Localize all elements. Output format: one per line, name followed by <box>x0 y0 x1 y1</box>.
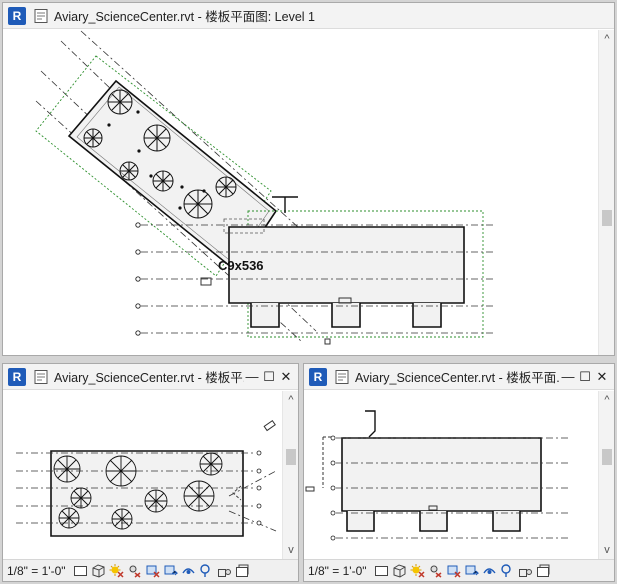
main-view-window: R Aviary_ScienceCenter.rvt - 楼板平面图: Leve… <box>2 2 615 356</box>
right-view-window: R Aviary_ScienceCenter.rvt - 楼板平面... — ☐… <box>303 363 615 582</box>
main-view-title: Aviary_ScienceCenter.rvt - 楼板平面图: Level … <box>54 10 315 24</box>
close-button[interactable]: ✕ <box>278 369 294 385</box>
scroll-thumb[interactable] <box>602 210 612 226</box>
main-view-titlebar[interactable]: R Aviary_ScienceCenter.rvt - 楼板平面图: Leve… <box>3 3 614 29</box>
right-vertical-scrollbar[interactable]: ^ v <box>598 391 614 559</box>
maximize-button[interactable]: ☐ <box>261 369 277 385</box>
shadows-icon[interactable] <box>428 563 443 578</box>
left-view-titlebar[interactable]: R Aviary_ScienceCenter.rvt - 楼板平... — ☐ … <box>3 364 298 390</box>
left-drawing-canvas[interactable] <box>3 391 282 561</box>
show-crop-icon[interactable] <box>464 563 479 578</box>
highlight-displacement-icon[interactable] <box>536 563 551 578</box>
shadows-icon[interactable] <box>127 563 142 578</box>
dimension-tag-label[interactable]: C9x536 <box>218 258 264 273</box>
highlight-displacement-icon[interactable] <box>235 563 250 578</box>
scroll-thumb[interactable] <box>602 449 612 465</box>
analytical-model-icon[interactable] <box>518 563 533 578</box>
minimize-button[interactable]: — <box>244 369 260 385</box>
scroll-up-arrow-icon[interactable]: ^ <box>599 393 614 407</box>
reveal-hidden-icon[interactable] <box>199 563 214 578</box>
reveal-hidden-icon[interactable] <box>500 563 515 578</box>
sun-path-icon[interactable] <box>109 563 124 578</box>
scroll-down-arrow-icon[interactable]: v <box>283 543 298 557</box>
crop-view-icon[interactable] <box>446 563 461 578</box>
scroll-up-arrow-icon[interactable]: ^ <box>599 32 614 46</box>
floor-plan-view-icon <box>33 369 49 385</box>
visual-style-icon[interactable] <box>392 563 407 578</box>
right-view-control-bar: 1/8" = 1'-0" <box>304 559 614 581</box>
left-view-control-bar: 1/8" = 1'-0" <box>3 559 298 581</box>
analytical-model-icon[interactable] <box>217 563 232 578</box>
crop-view-icon[interactable] <box>145 563 160 578</box>
main-drawing-canvas[interactable]: C9x536 <box>3 30 598 356</box>
scroll-down-arrow-icon[interactable]: v <box>599 543 614 557</box>
floor-plan-view-icon <box>33 8 49 24</box>
left-view-title: Aviary_ScienceCenter.rvt - 楼板平... <box>54 371 244 385</box>
sun-path-icon[interactable] <box>410 563 425 578</box>
view-scale[interactable]: 1/8" = 1'-0" <box>7 564 66 578</box>
right-view-title: Aviary_ScienceCenter.rvt - 楼板平面... <box>355 371 560 385</box>
detail-level-icon[interactable] <box>73 563 88 578</box>
visual-style-icon[interactable] <box>91 563 106 578</box>
detail-level-icon[interactable] <box>374 563 389 578</box>
right-drawing-canvas[interactable] <box>304 391 598 561</box>
close-button[interactable]: ✕ <box>594 369 610 385</box>
minimize-button[interactable]: — <box>560 369 576 385</box>
scroll-thumb[interactable] <box>286 449 296 465</box>
left-vertical-scrollbar[interactable]: ^ v <box>282 391 298 559</box>
main-vertical-scrollbar[interactable]: ^ <box>598 30 614 355</box>
view-scale[interactable]: 1/8" = 1'-0" <box>308 564 367 578</box>
revit-logo-icon: R <box>309 367 327 386</box>
right-view-titlebar[interactable]: R Aviary_ScienceCenter.rvt - 楼板平面... — ☐… <box>304 364 614 390</box>
show-crop-icon[interactable] <box>163 563 178 578</box>
revit-logo-icon: R <box>8 6 26 25</box>
maximize-button[interactable]: ☐ <box>577 369 593 385</box>
scroll-up-arrow-icon[interactable]: ^ <box>283 393 298 407</box>
floor-plan-view-icon <box>334 369 350 385</box>
revit-logo-icon: R <box>8 367 26 386</box>
left-view-window: R Aviary_ScienceCenter.rvt - 楼板平... — ☐ … <box>2 363 299 582</box>
temporary-hide-icon[interactable] <box>482 563 497 578</box>
temporary-hide-icon[interactable] <box>181 563 196 578</box>
